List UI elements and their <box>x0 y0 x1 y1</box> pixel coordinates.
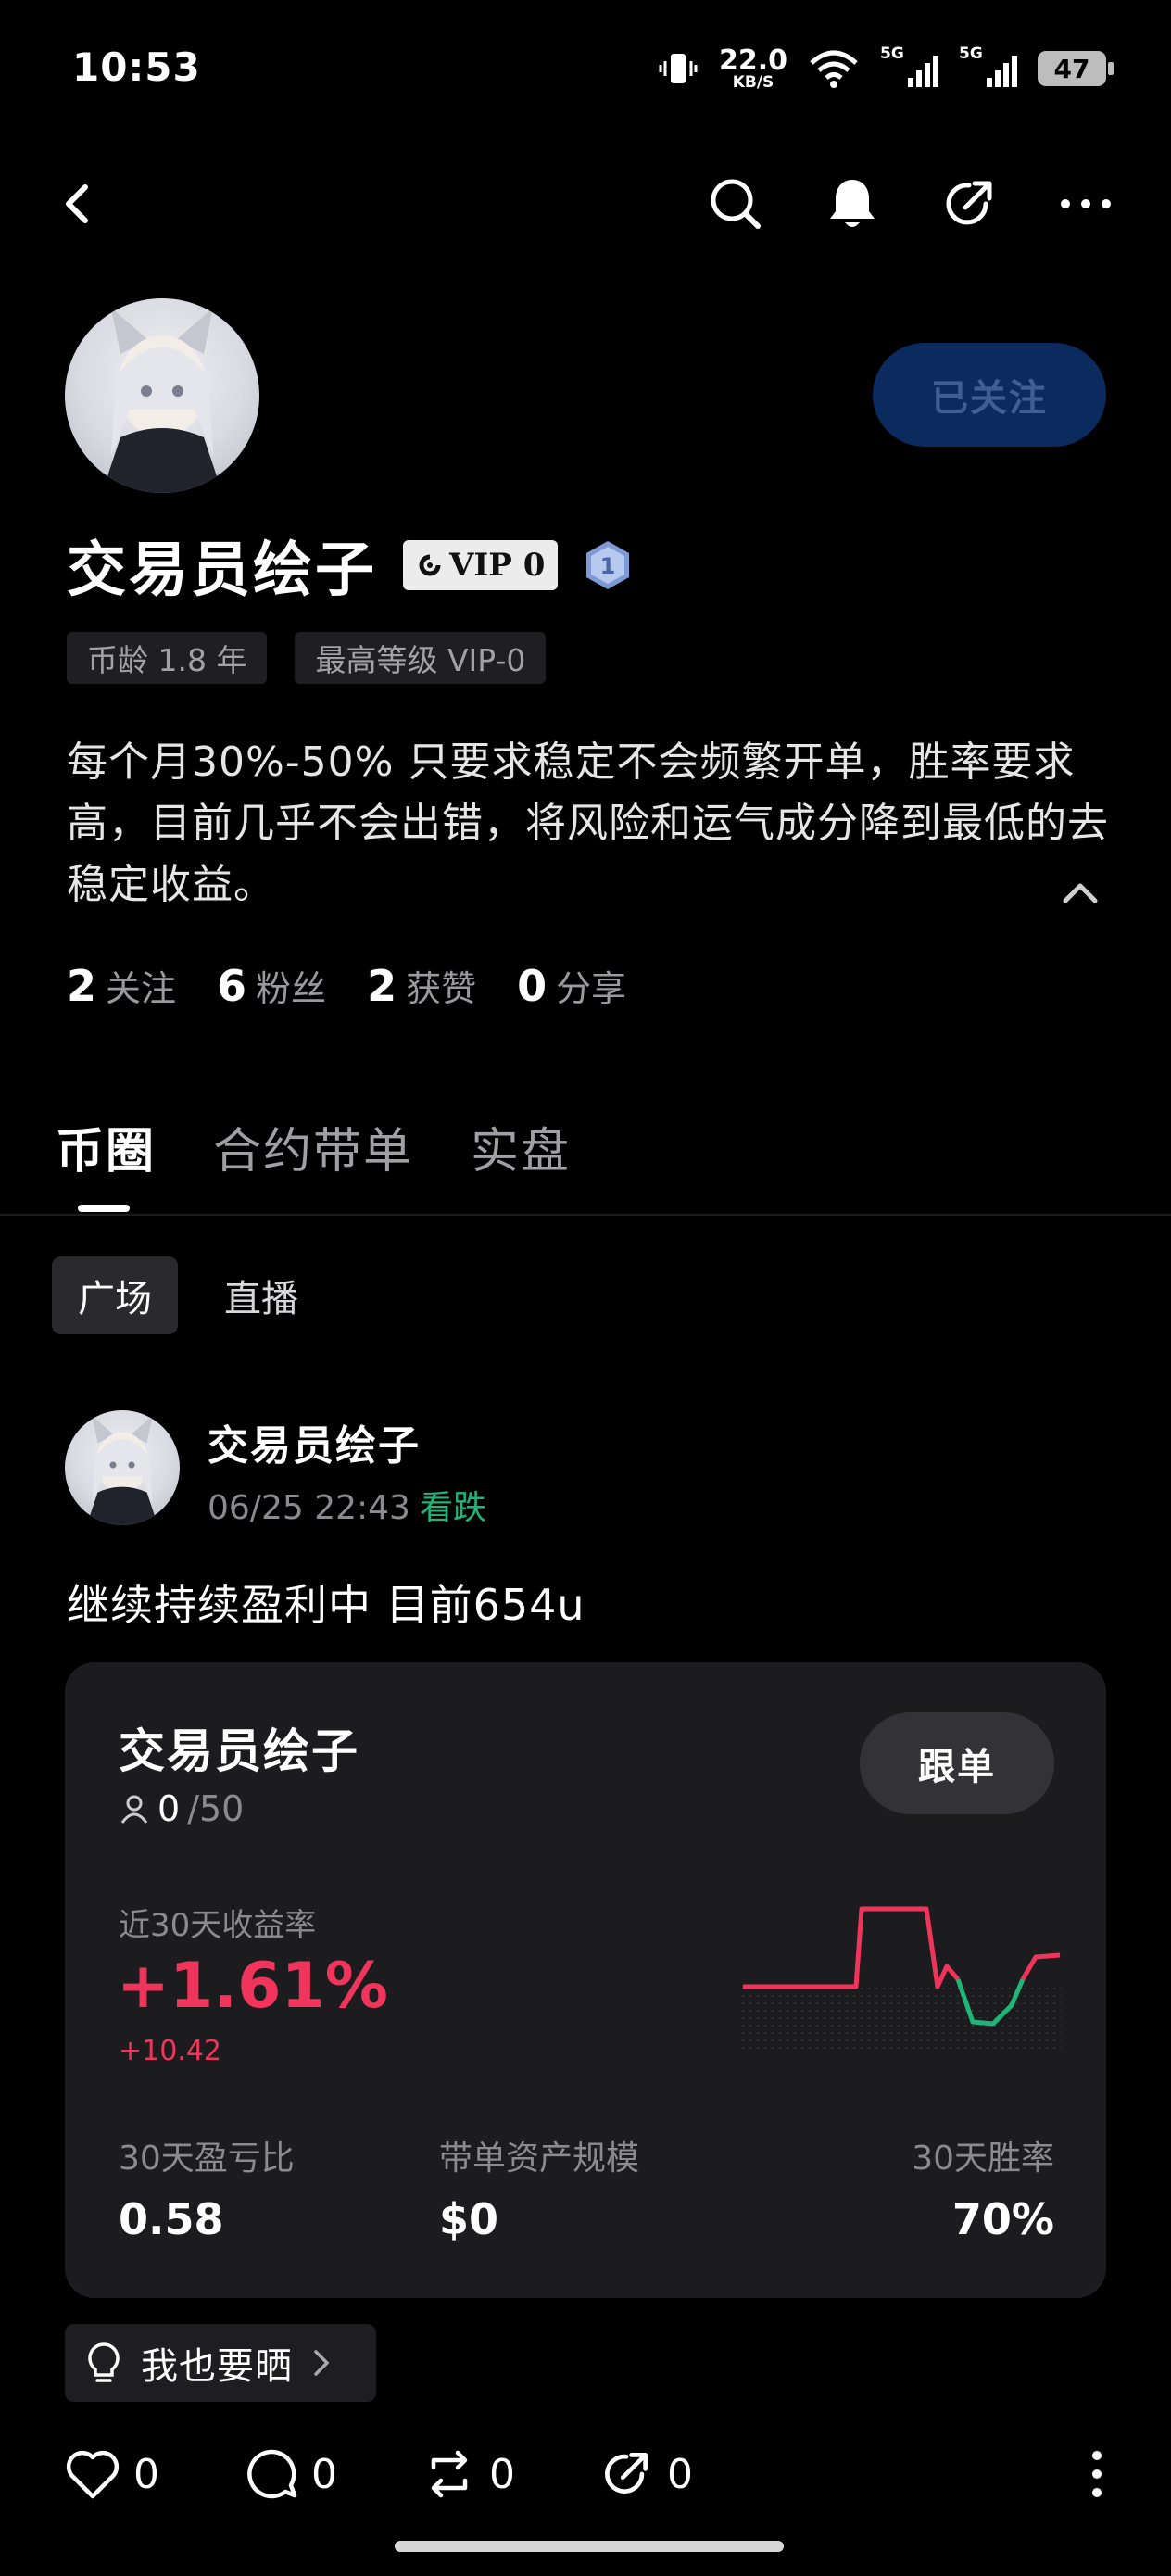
trend-label: 看跌 <box>419 1489 486 1527</box>
roi-value: +1.61% <box>117 1950 388 2023</box>
top-nav <box>0 167 1171 241</box>
lightbulb-icon <box>88 2342 120 2382</box>
post-avatar[interactable] <box>65 1410 180 1525</box>
tab-live-account[interactable]: 实盘 <box>471 1112 571 1181</box>
profile-name: 交易员绘子 <box>67 537 377 605</box>
status-bar: 10:53 22.0 KB/S 5G 5G 47 <box>0 0 1171 139</box>
stat-shares[interactable]: 0 分享 <box>517 960 626 1011</box>
pnl-value: +10.42 <box>119 2035 222 2067</box>
metric-win-rate: 30天胜率 70% <box>912 2140 1054 2244</box>
home-indicator[interactable] <box>395 2541 784 2552</box>
avatar[interactable] <box>65 298 259 493</box>
post-more-button[interactable] <box>1088 2437 1106 2511</box>
roi-label: 近30天收益率 <box>119 1907 317 1944</box>
back-icon[interactable] <box>41 167 115 241</box>
tab-crypto-circle[interactable]: 币圈 <box>56 1112 156 1181</box>
chevron-up-icon[interactable] <box>1058 871 1102 915</box>
post-meta: 06/25 22:43 看跌 <box>208 1481 486 1529</box>
bell-icon[interactable] <box>815 167 889 241</box>
vibrate-icon <box>659 54 698 83</box>
chevron-right-icon <box>314 2350 330 2376</box>
profile-name-row: 交易员绘子 VIP 0 1 <box>67 528 632 605</box>
repost-button[interactable]: 0 <box>422 2437 515 2511</box>
followed-button[interactable]: 已关注 <box>873 343 1106 447</box>
profile-bio: 每个月30%-50% 只要求稳定不会频繁开单，胜率要求高，目前几乎不会出错，将风… <box>67 739 1109 908</box>
vip-badge: VIP 0 <box>403 540 559 590</box>
copy-trade-button[interactable]: 跟单 <box>860 1712 1054 1814</box>
post-text: 继续持续盈利中 目前654u <box>67 1580 586 1630</box>
like-button[interactable]: 0 <box>65 2437 159 2511</box>
max-level-tag: 最高等级 VIP-0 <box>295 632 547 684</box>
vertical-dots-icon <box>1092 2451 1102 2497</box>
comment-button[interactable]: 0 <box>245 2437 337 2511</box>
signal-icon: 5G <box>880 44 938 87</box>
roi-sparkline <box>741 1906 1062 2050</box>
active-tab-indicator <box>78 1205 130 1212</box>
post-actions: 0 0 0 0 <box>65 2437 1106 2511</box>
wifi-icon <box>810 50 858 88</box>
main-tabs: 币圈 合约带单 实盘 <box>56 1112 571 1181</box>
forward-button[interactable]: 0 <box>598 2437 693 2511</box>
tabs-divider <box>0 1214 1171 1216</box>
level-number: 1 <box>600 553 616 579</box>
stat-following[interactable]: 2 关注 <box>67 960 176 1011</box>
post-datetime: 06/25 22:43 <box>208 1489 410 1527</box>
repost-icon <box>431 2450 468 2498</box>
level-badge: 1 <box>584 539 632 591</box>
user-icon <box>120 1795 148 1824</box>
account-age-tag: 币龄 1.8 年 <box>67 632 268 684</box>
post-author[interactable]: 交易员绘子 <box>208 1412 421 1471</box>
forward-icon <box>605 2453 648 2494</box>
metric-pnl-ratio: 30天盈亏比 0.58 <box>119 2140 295 2244</box>
network-speed: 22.0 KB/S <box>718 44 787 92</box>
stat-followers[interactable]: 6 粉丝 <box>217 960 326 1011</box>
tab-copy-trading[interactable]: 合约带单 <box>213 1112 413 1181</box>
status-time: 10:53 <box>72 44 201 90</box>
more-icon[interactable] <box>1049 167 1123 241</box>
copier-count: 0/50 <box>119 1788 244 1829</box>
profile-stats: 2 关注 6 粉丝 2 获赞 0 分享 <box>67 960 626 1011</box>
profile-tags: 币龄 1.8 年 最高等级 VIP-0 <box>67 632 547 684</box>
subtab-square[interactable]: 广场 <box>52 1256 178 1334</box>
search-icon[interactable] <box>699 167 773 241</box>
status-indicators: 22.0 KB/S 5G 5G 47 <box>658 44 1114 93</box>
heart-icon <box>66 2450 120 2499</box>
subtab-live[interactable]: 直播 <box>198 1256 324 1334</box>
sub-tabs: 广场 直播 <box>52 1256 324 1334</box>
stat-likes[interactable]: 2 获赞 <box>367 960 476 1011</box>
metric-aum: 带单资产规模 $0 <box>439 2140 640 2244</box>
share-icon[interactable] <box>932 167 1006 241</box>
copy-trade-card[interactable]: 交易员绘子 跟单 0/50 近30天收益率 +1.61% +10.42 30天盈… <box>65 1662 1106 2298</box>
signal-icon: 5G <box>959 44 1017 87</box>
trader-name: 交易员绘子 <box>119 1724 359 1778</box>
share-my-trade-button[interactable]: 我也要晒 <box>65 2324 376 2402</box>
vip-logo-icon <box>419 554 441 576</box>
battery-icon: 47 <box>1038 51 1114 86</box>
comment-icon <box>247 2449 297 2499</box>
